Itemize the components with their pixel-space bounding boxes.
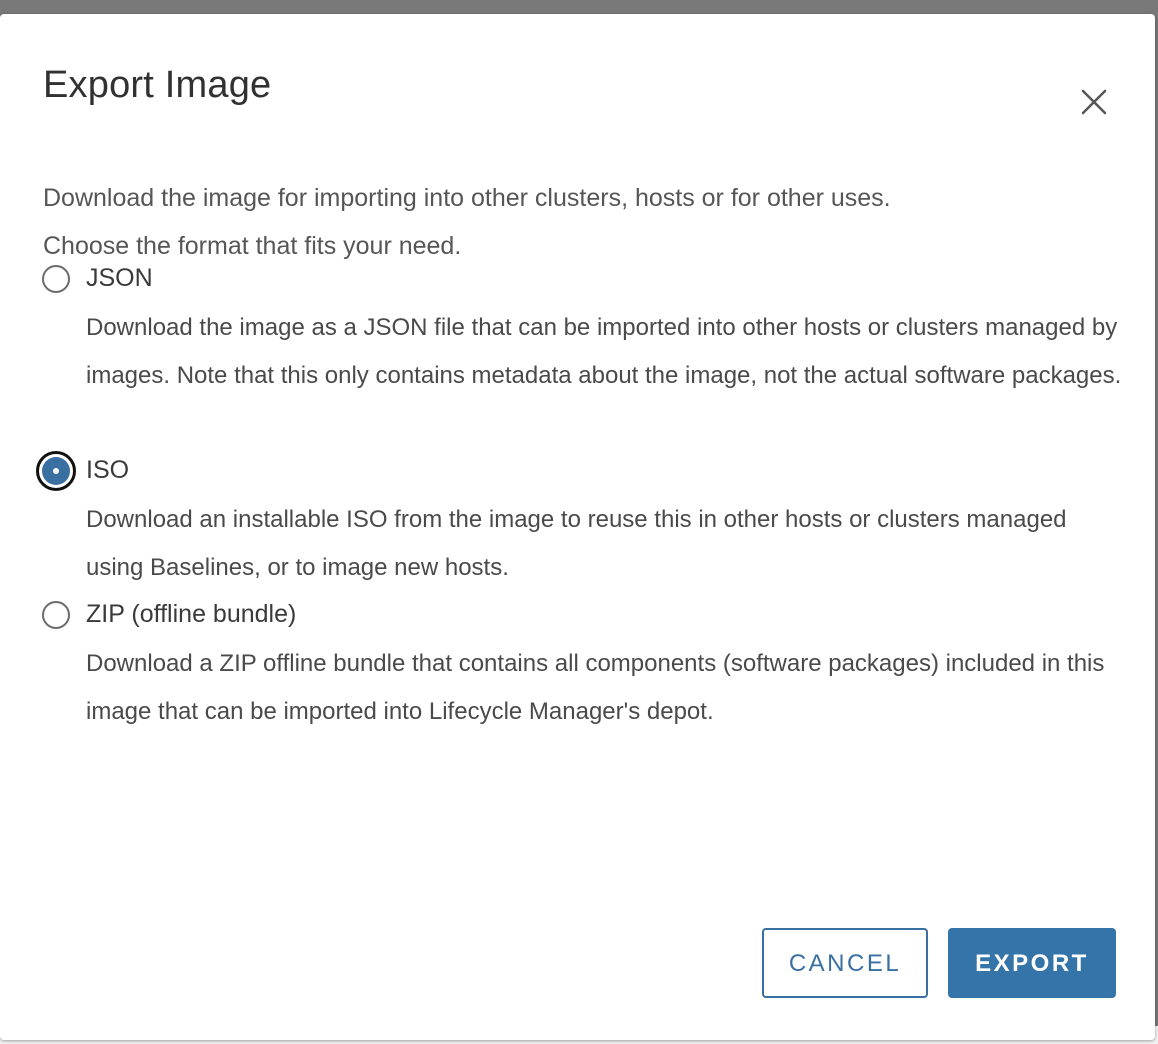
- zip-description: Download a ZIP offline bundle that conta…: [86, 650, 1105, 725]
- close-icon: [1081, 89, 1107, 115]
- radio-label-iso[interactable]: ISO: [86, 453, 129, 487]
- dialog-intro: Download the image for importing into ot…: [43, 174, 1123, 270]
- radio-zip[interactable]: [42, 601, 70, 629]
- dialog-title: Export Image: [43, 64, 272, 106]
- intro-line-2: Choose the format that fits your need.: [43, 232, 462, 260]
- radio-json[interactable]: [42, 265, 70, 293]
- cancel-button[interactable]: CANCEL: [762, 928, 928, 998]
- radio-label-json[interactable]: JSON: [86, 261, 153, 295]
- close-button[interactable]: [1074, 82, 1114, 122]
- json-description: Download the image as a JSON file that c…: [86, 314, 1122, 389]
- radio-label-zip[interactable]: ZIP (offline bundle): [86, 597, 296, 631]
- iso-description: Download an installable ISO from the ima…: [86, 506, 1067, 581]
- export-button[interactable]: EXPORT: [948, 928, 1116, 998]
- export-image-dialog: Export Image Download the image for impo…: [0, 14, 1155, 1040]
- intro-line-1: Download the image for importing into ot…: [43, 184, 891, 212]
- radio-iso[interactable]: [36, 451, 76, 491]
